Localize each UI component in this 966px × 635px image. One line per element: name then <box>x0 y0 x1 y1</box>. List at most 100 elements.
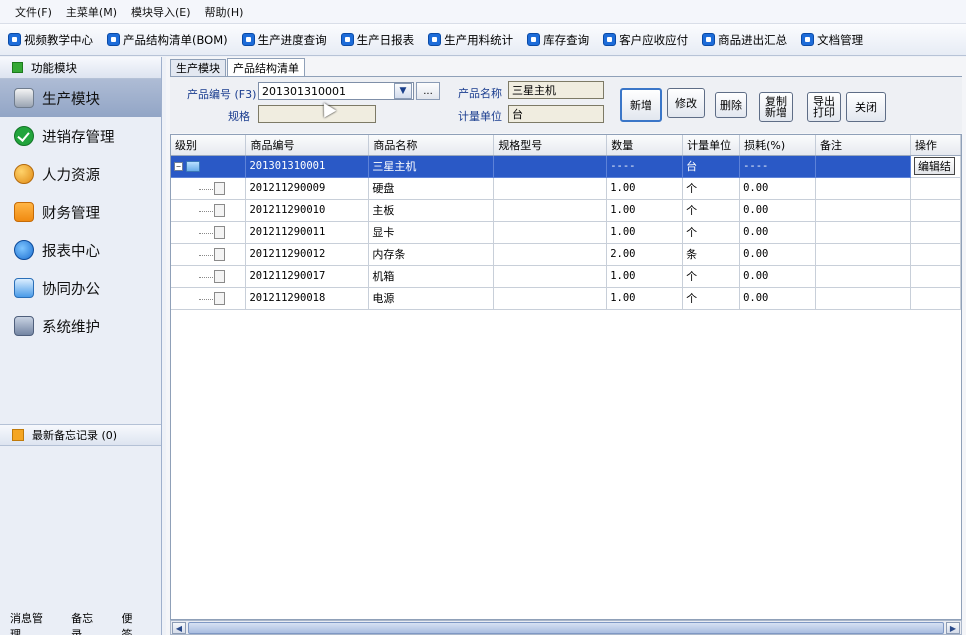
table-row[interactable]: 201211290011 显卡 1.00 个 0.00 <box>171 221 961 244</box>
chevron-down-icon[interactable]: ▼ <box>394 83 412 99</box>
spec-field <box>258 105 376 123</box>
checkmark-icon <box>14 126 34 146</box>
spec-cell <box>493 199 608 222</box>
table-row[interactable]: − 201301310001 三星主机 ---- 台 ---- 编辑结 <box>171 155 961 178</box>
col-remark[interactable]: 备注 <box>815 135 911 156</box>
sidebar-item-finance[interactable]: 财务管理 <box>0 193 161 231</box>
scroll-left-icon[interactable]: ◀ <box>172 622 186 634</box>
scroll-right-icon[interactable]: ▶ <box>946 622 960 634</box>
horizontal-scrollbar[interactable]: ◀ ▶ <box>170 620 962 635</box>
toolbar-label: 商品进出汇总 <box>718 32 788 47</box>
delete-button[interactable]: 删除 <box>715 92 747 118</box>
col-loss[interactable]: 损耗(%) <box>739 135 817 156</box>
action-cell <box>910 243 961 266</box>
col-unit[interactable]: 计量单位 <box>682 135 741 156</box>
window-icon <box>241 33 255 46</box>
window-icon <box>428 33 442 46</box>
menu-module-import[interactable]: 模块导入(E) <box>124 4 198 20</box>
footer-messages[interactable]: 消息管理 <box>10 610 53 635</box>
col-level[interactable]: 级别 <box>171 135 247 156</box>
document-icon <box>199 291 225 305</box>
table-row[interactable]: 201211290017 机箱 1.00 个 0.00 <box>171 265 961 288</box>
toolbar-bom[interactable]: 产品结构清单(BOM) <box>107 32 228 48</box>
collapse-icon[interactable]: − <box>174 161 183 171</box>
sidebar-header-label: 功能模块 <box>31 60 77 75</box>
edit-structure-button[interactable]: 编辑结 <box>913 157 955 175</box>
toolbar-goods-summary[interactable]: 商品进出汇总 <box>702 32 787 48</box>
footer-memo[interactable]: 备忘录 <box>71 610 103 635</box>
col-name[interactable]: 商品名称 <box>368 135 495 156</box>
product-name-label: 产品名称 <box>458 87 502 100</box>
col-qty[interactable]: 数量 <box>606 135 684 156</box>
folder-open-icon <box>186 160 200 172</box>
code-cell: 201211290010 <box>245 199 370 222</box>
menu-help[interactable]: 帮助(H) <box>198 4 251 20</box>
code-cell: 201211290017 <box>245 265 370 288</box>
qty-cell: ---- <box>606 155 684 178</box>
add-button[interactable]: 新增 <box>620 88 662 122</box>
sidebar-item-system[interactable]: 系统维护 <box>0 307 161 345</box>
document-icon <box>199 225 225 239</box>
copy-add-button[interactable]: 复制 新增 <box>759 92 793 122</box>
product-name-field: 三星主机 <box>508 81 604 99</box>
toolbar-inventory-query[interactable]: 库存查询 <box>527 32 589 48</box>
table-row[interactable]: 201211290009 硬盘 1.00 个 0.00 <box>171 177 961 200</box>
level-cell <box>171 287 247 310</box>
scrollbar-thumb[interactable] <box>188 622 944 634</box>
qty-cell: 1.00 <box>606 287 684 310</box>
name-cell: 硬盘 <box>368 177 495 200</box>
sidebar-item-collaboration[interactable]: 协同办公 <box>0 269 161 307</box>
toolbar-receivables[interactable]: 客户应收应付 <box>603 32 688 48</box>
table-row[interactable]: 201211290018 电源 1.00 个 0.00 <box>171 287 961 310</box>
document-icon <box>199 181 225 195</box>
lock-icon <box>14 316 34 336</box>
loss-cell: 0.00 <box>739 177 817 200</box>
unit-field: 台 <box>508 105 604 123</box>
toolbar-material-stats[interactable]: 生产用料统计 <box>428 32 513 48</box>
table-row[interactable]: 201211290012 内存条 2.00 条 0.00 <box>171 243 961 266</box>
window-icon <box>702 33 716 46</box>
name-cell: 机箱 <box>368 265 495 288</box>
sidebar-item-label: 系统维护 <box>42 319 100 336</box>
close-button[interactable]: 关闭 <box>846 92 886 122</box>
toolbar-document-management[interactable]: 文档管理 <box>801 32 863 48</box>
col-action[interactable]: 操作 <box>910 135 961 156</box>
export-print-button[interactable]: 导出 打印 <box>807 92 841 122</box>
col-spec[interactable]: 规格型号 <box>493 135 608 156</box>
menu-file[interactable]: 文件(F) <box>8 4 59 20</box>
sidebar-item-reports[interactable]: 报表中心 <box>0 231 161 269</box>
qty-cell: 1.00 <box>606 265 684 288</box>
tab-bom[interactable]: 产品结构清单 <box>227 58 305 76</box>
module-icon <box>12 62 23 73</box>
unit-cell: 个 <box>682 287 741 310</box>
action-cell <box>910 177 961 200</box>
col-code[interactable]: 商品编号 <box>245 135 370 156</box>
main-panel: 生产模块 产品结构清单 产品编号 (F3) 201301310001 ▼ ...… <box>166 57 966 635</box>
code-cell: 201301310001 <box>245 155 370 178</box>
qty-cell: 1.00 <box>606 177 684 200</box>
menu-main[interactable]: 主菜单(M) <box>59 4 124 20</box>
sidebar-item-hr[interactable]: 人力资源 <box>0 155 161 193</box>
toolbar-video-tutorial[interactable]: 视频教学中心 <box>8 32 93 48</box>
window-icon <box>8 33 21 46</box>
edit-button[interactable]: 修改 <box>667 88 705 118</box>
toolbar-production-progress[interactable]: 生产进度查询 <box>241 32 327 48</box>
document-icon <box>199 269 225 283</box>
footer-notes[interactable]: 便签 <box>121 610 143 635</box>
browse-button[interactable]: ... <box>416 82 440 100</box>
tab-production[interactable]: 生产模块 <box>170 59 226 76</box>
table-row[interactable]: 201211290010 主板 1.00 个 0.00 <box>171 199 961 222</box>
sidebar-item-label: 财务管理 <box>42 205 100 222</box>
spec-cell <box>493 221 608 244</box>
sidebar-item-inventory[interactable]: 进销存管理 <box>0 117 161 155</box>
window-icon <box>107 33 120 46</box>
window-icon <box>527 33 541 46</box>
product-code-select[interactable]: 201301310001 <box>258 82 414 100</box>
toolbar-label: 生产用料统计 <box>444 32 514 47</box>
qty-cell: 2.00 <box>606 243 684 266</box>
memo-panel-header[interactable]: 最新备忘记录 (0) <box>0 424 161 446</box>
sidebar-item-production[interactable]: 生产模块 <box>0 79 161 117</box>
toolbar-daily-report[interactable]: 生产日报表 <box>340 32 414 48</box>
people-icon <box>14 164 34 184</box>
action-cell: 编辑结 <box>910 155 961 178</box>
